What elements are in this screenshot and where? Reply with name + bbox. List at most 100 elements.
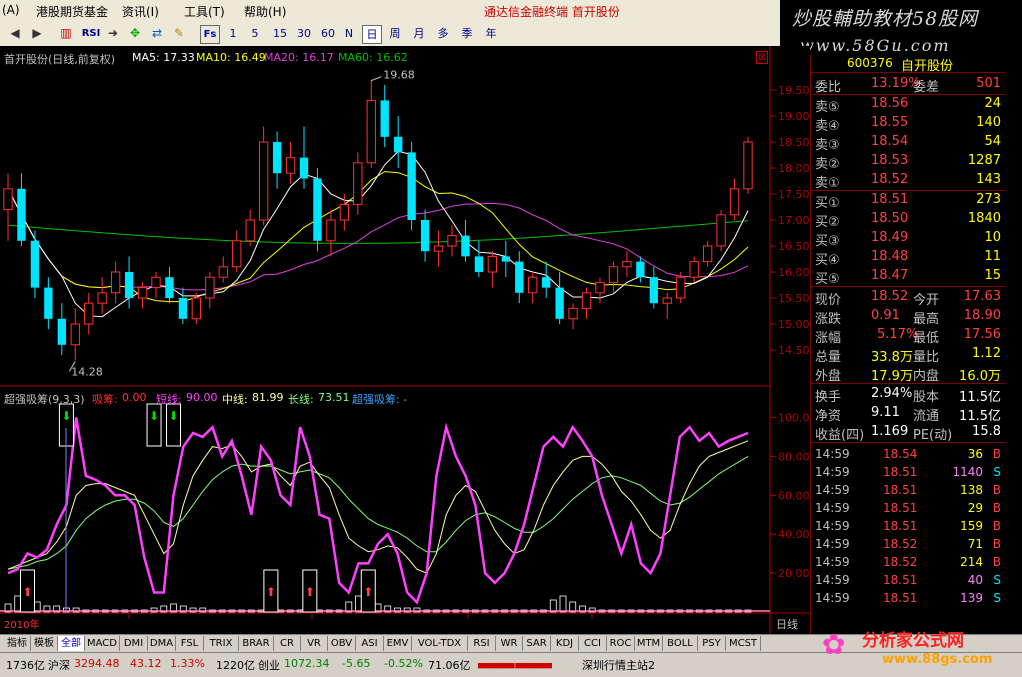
period-multi[interactable]: 多 <box>434 25 452 42</box>
tick-price: 18.51 <box>883 519 918 533</box>
close-chart-icon[interactable]: ⊠ <box>756 51 769 64</box>
tick-row[interactable]: 14:59 18.51 139 S <box>811 590 1005 608</box>
candle-body <box>729 188 740 216</box>
pencil-icon[interactable]: ✎ <box>170 25 188 42</box>
hs-index: 3294.48 <box>74 657 120 670</box>
tab-20[interactable]: ROC <box>607 636 635 651</box>
tick-price: 18.52 <box>883 537 918 551</box>
menu-item-news[interactable]: 资讯(I) <box>122 3 159 20</box>
tab-22[interactable]: BOLL <box>663 636 698 651</box>
period-30[interactable]: 30 <box>294 25 314 42</box>
tick-time: 14:59 <box>815 447 850 461</box>
tab-6[interactable]: FSL <box>176 636 204 651</box>
menu-item-a[interactable]: (A) <box>2 3 20 17</box>
tab-3[interactable]: MACD <box>85 636 120 651</box>
quote-label: 卖⑤ <box>815 100 840 115</box>
arrow-icon[interactable]: ➜ <box>104 25 122 42</box>
tab-21[interactable]: MTM <box>635 636 663 651</box>
quote-row: 委比 13.19% 委差 501 <box>811 75 1005 95</box>
tick-row[interactable]: 14:59 18.51 159 B <box>811 518 1005 536</box>
menu-item-tools[interactable]: 工具(T) <box>184 3 225 20</box>
macd-icon[interactable]: ▥ <box>56 25 76 42</box>
y-tick-label: 16.00 <box>778 266 810 279</box>
period-day[interactable]: 日 <box>362 25 382 44</box>
tab-19[interactable]: CCI <box>579 636 607 651</box>
quote-label: 买① <box>815 196 840 211</box>
tick-row[interactable]: 14:59 18.52 71 B <box>811 536 1005 554</box>
candle-body <box>245 219 255 242</box>
tick-side: S <box>993 573 1001 587</box>
rsi-icon[interactable]: RSI <box>80 25 102 42</box>
quote-value-2: 1840 <box>967 211 1001 226</box>
tab-15[interactable]: RSI <box>468 636 496 651</box>
swap-icon[interactable]: ⇄ <box>148 25 166 42</box>
tab-24[interactable]: MCST <box>726 636 761 651</box>
quote-label: 净资 <box>815 409 842 424</box>
period-n[interactable]: N <box>342 25 356 42</box>
tab-7[interactable]: TRIX <box>204 636 239 651</box>
tick-row[interactable]: 14:59 18.51 29 B <box>811 500 1005 518</box>
ind-y-tick-label: 100.00 <box>778 411 810 424</box>
tab-12[interactable]: ASI <box>356 636 384 651</box>
date-axis-label: 2010年 <box>4 620 40 631</box>
tab-1[interactable]: 模板 <box>31 636 58 651</box>
chart-canvas[interactable]: 19.50 19.00 18.50 18.00 17.50 17.00 16.50 16.00… <box>0 46 810 634</box>
formula-icon[interactable]: Fs <box>200 25 220 44</box>
tab-8[interactable]: BRAR <box>239 636 274 651</box>
candle-body <box>689 261 699 278</box>
tab-14[interactable]: VOL-TDX <box>412 636 468 651</box>
period-week[interactable]: 周 <box>386 25 404 42</box>
tick-row[interactable]: 14:59 18.54 36 B <box>811 446 1005 464</box>
tick-time: 14:59 <box>815 465 850 479</box>
period-60[interactable]: 60 <box>318 25 338 42</box>
tab-4[interactable]: DMI <box>120 636 148 651</box>
tick-row[interactable]: 14:59 18.51 1140 S <box>811 464 1005 482</box>
quote-label-2: PE(动) <box>913 428 953 443</box>
tick-volume: 29 <box>967 501 983 515</box>
tab-11[interactable]: OBV <box>328 636 356 651</box>
back-icon[interactable]: ◀ <box>6 25 24 42</box>
site-logo: ✿ 分析家公式网 www.88gs.com <box>818 620 1022 676</box>
candle-body <box>542 277 551 288</box>
tab-2[interactable]: 全部 <box>58 636 85 651</box>
quote-value-2: 54 <box>984 134 1001 149</box>
quote-label: 买④ <box>815 253 840 268</box>
tick-row[interactable]: 14:59 18.51 138 B <box>811 482 1005 500</box>
period-year[interactable]: 年 <box>482 25 500 42</box>
tab-9[interactable]: CR <box>274 636 301 651</box>
tick-row[interactable]: 14:59 18.52 214 B <box>811 554 1005 572</box>
tick-row[interactable]: 14:59 18.51 40 S <box>811 572 1005 590</box>
tick-volume: 1140 <box>952 465 983 479</box>
candle-body <box>568 307 578 320</box>
tab-13[interactable]: EMV <box>384 636 412 651</box>
divider <box>811 383 1005 384</box>
quote-label: 外盘 <box>815 369 842 384</box>
tick-time: 14:59 <box>815 519 850 533</box>
tab-17[interactable]: SAR <box>523 636 551 651</box>
short-value: 90.00 <box>186 391 218 404</box>
tab-18[interactable]: KDJ <box>551 636 579 651</box>
menu-item-hk-futures[interactable]: 港股期货基金 <box>36 3 108 20</box>
quote-value-2: 24 <box>984 96 1001 111</box>
candle-body <box>501 256 510 262</box>
candle-body <box>178 298 188 319</box>
period-season[interactable]: 季 <box>458 25 476 42</box>
candle-body <box>433 245 444 252</box>
tab-23[interactable]: PSY <box>698 636 726 651</box>
tick-side: B <box>992 555 1001 569</box>
quote-label: 涨幅 <box>815 331 842 346</box>
tab-16[interactable]: WR <box>496 636 523 651</box>
tab-10[interactable]: VR <box>301 636 328 651</box>
tab-0[interactable]: 指标 <box>4 636 31 651</box>
period-15[interactable]: 15 <box>270 25 290 42</box>
chart-area[interactable]: 19.50 19.00 18.50 18.00 17.50 17.00 16.50 16.00… <box>0 46 810 634</box>
move-icon[interactable]: ✥ <box>126 25 144 42</box>
candle-body <box>528 276 538 294</box>
menu-item-help[interactable]: 帮助(H) <box>244 3 286 20</box>
forward-icon[interactable]: ▶ <box>28 25 46 42</box>
quote-value: 18.48 <box>871 249 909 264</box>
period-5[interactable]: 5 <box>248 25 262 42</box>
period-month[interactable]: 月 <box>410 25 428 42</box>
tab-5[interactable]: DMA <box>148 636 176 651</box>
period-1[interactable]: 1 <box>226 25 240 42</box>
